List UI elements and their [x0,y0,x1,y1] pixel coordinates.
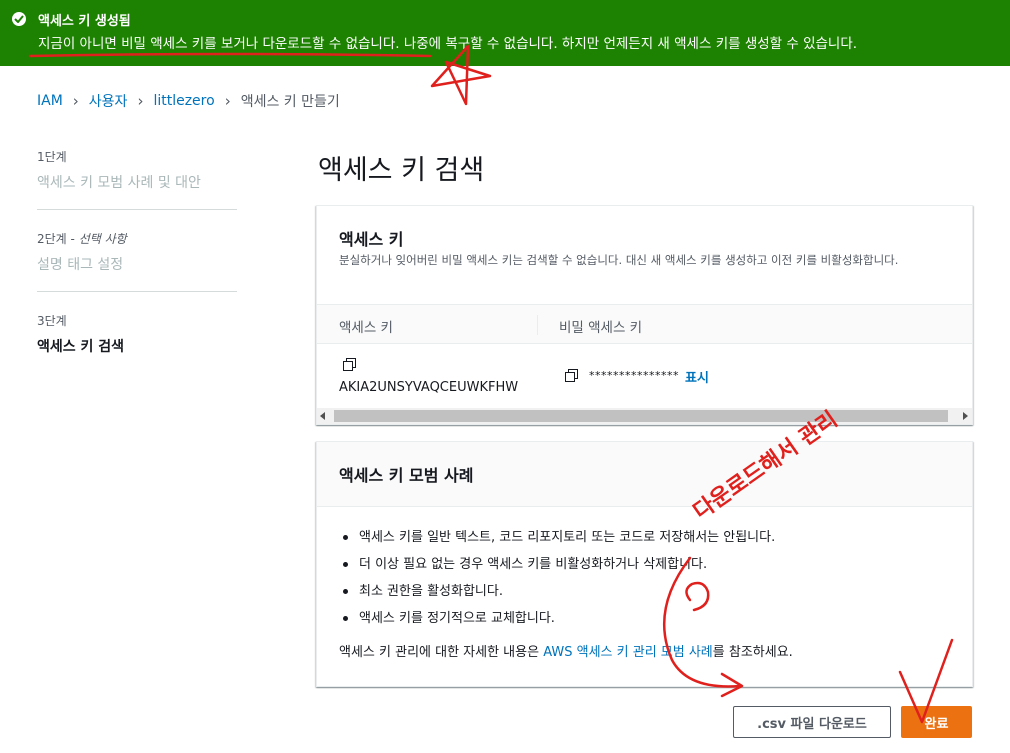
success-banner: 액세스 키 생성됨 지금이 아니면 비밀 액세스 키를 보거나 다운로드할 수 … [0,0,1010,66]
list-item: 액세스 키를 일반 텍스트, 코드 리포지토리 또는 코드로 저장해서는 안됩니… [339,530,775,557]
breadcrumb-users[interactable]: 사용자 [89,91,128,111]
show-secret-link[interactable]: 표시 [685,367,709,386]
panel-title: 액세스 키 [339,230,404,249]
list-item: 액세스 키를 정기적으로 교체합니다. [339,611,775,638]
more-info-text: 액세스 키 관리에 대한 자세한 내용은 AWS 액세스 키 관리 모범 사례를… [339,645,793,660]
scrollbar-thumb[interactable] [334,410,948,422]
breadcrumb: IAM › 사용자 › littlezero › 액세스 키 만들기 [37,91,340,111]
chevron-right-icon: › [224,92,231,110]
divider [37,209,237,210]
list-item: 최소 권한을 활성화합니다. [339,584,775,611]
divider [37,291,237,292]
table-header: 액세스 키 비밀 액세스 키 [317,304,972,344]
panel-description: 분실하거나 잊어버린 비밀 액세스 키는 검색할 수 없습니다. 대신 새 액세… [339,253,899,267]
wizard-steps: 1단계 액세스 키 모범 사례 및 대안 2단계 - 선택 사항 설명 태그 설… [37,148,237,356]
step-3-label: 액세스 키 검색 [37,339,125,355]
copy-icon[interactable] [343,358,357,372]
done-button[interactable]: 완료 [901,706,972,738]
breadcrumb-user[interactable]: littlezero [153,93,214,109]
step-3-number: 3단계 [37,314,67,328]
breadcrumb-iam[interactable]: IAM [37,93,63,109]
column-access-key: 액세스 키 [339,320,393,336]
panel-title: 액세스 키 모범 사례 [339,466,474,485]
step-2-number: 2단계 - 선택 사항 [37,232,127,246]
best-practices-panel: 액세스 키 모범 사례 액세스 키를 일반 텍스트, 코드 리포지토리 또는 코… [316,441,973,687]
chevron-right-icon: › [137,92,144,110]
step-2-label: 설명 태그 설정 [37,257,124,273]
column-divider [537,315,538,335]
access-key-id: AKIA2UNSYVAQCEUWKFHW [339,380,519,395]
step-1-label: 액세스 키 모범 사례 및 대안 [37,175,201,191]
breadcrumb-current: 액세스 키 만들기 [240,94,340,110]
scroll-left-icon[interactable] [320,412,325,420]
banner-message: 지금이 아니면 비밀 액세스 키를 보거나 다운로드할 수 없습니다. 나중에 … [38,36,858,52]
chevron-right-icon: › [72,92,79,110]
access-key-panel: 액세스 키 분실하거나 잊어버린 비밀 액세스 키는 검색할 수 없습니다. 대… [316,205,973,425]
secret-access-key-masked: *************** [589,369,679,382]
download-csv-button[interactable]: .csv 파일 다운로드 [733,706,891,738]
banner-title: 액세스 키 생성됨 [38,14,131,29]
page-title: 액세스 키 검색 [318,155,485,186]
list-item: 더 이상 필요 없는 경우 액세스 키를 비활성화하거나 삭제합니다. [339,557,775,584]
step-1-number: 1단계 [37,150,67,164]
step-2-optional: 선택 사항 [78,232,127,246]
best-practices-link[interactable]: AWS 액세스 키 관리 모범 사례 [543,645,713,660]
horizontal-scrollbar[interactable] [317,408,972,424]
best-practices-list: 액세스 키를 일반 텍스트, 코드 리포지토리 또는 코드로 저장해서는 안됩니… [339,530,775,638]
scroll-right-icon[interactable] [963,412,968,420]
column-secret-key: 비밀 액세스 키 [559,320,643,336]
copy-icon[interactable] [565,369,579,383]
check-circle-icon [12,12,26,26]
